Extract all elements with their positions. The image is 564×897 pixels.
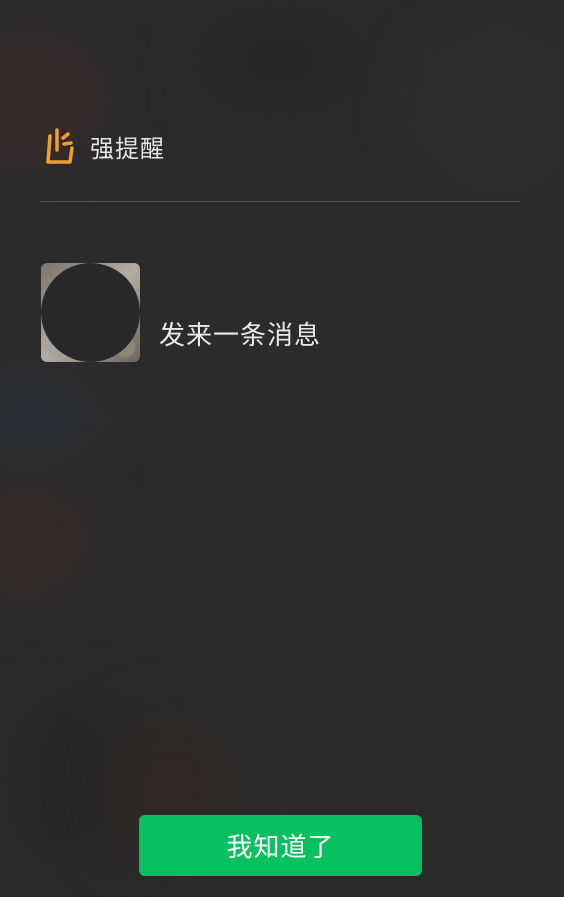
header-title: 强提醒 bbox=[90, 134, 165, 163]
alert-hand-icon bbox=[44, 126, 76, 166]
notification-message: 发来一条消息 bbox=[159, 321, 322, 351]
reminder-header: 强提醒 bbox=[44, 126, 165, 166]
divider bbox=[40, 201, 520, 202]
sender-avatar[interactable] bbox=[41, 263, 140, 362]
acknowledge-button[interactable]: 我知道了 bbox=[139, 815, 422, 876]
avatar-mask bbox=[41, 263, 140, 362]
